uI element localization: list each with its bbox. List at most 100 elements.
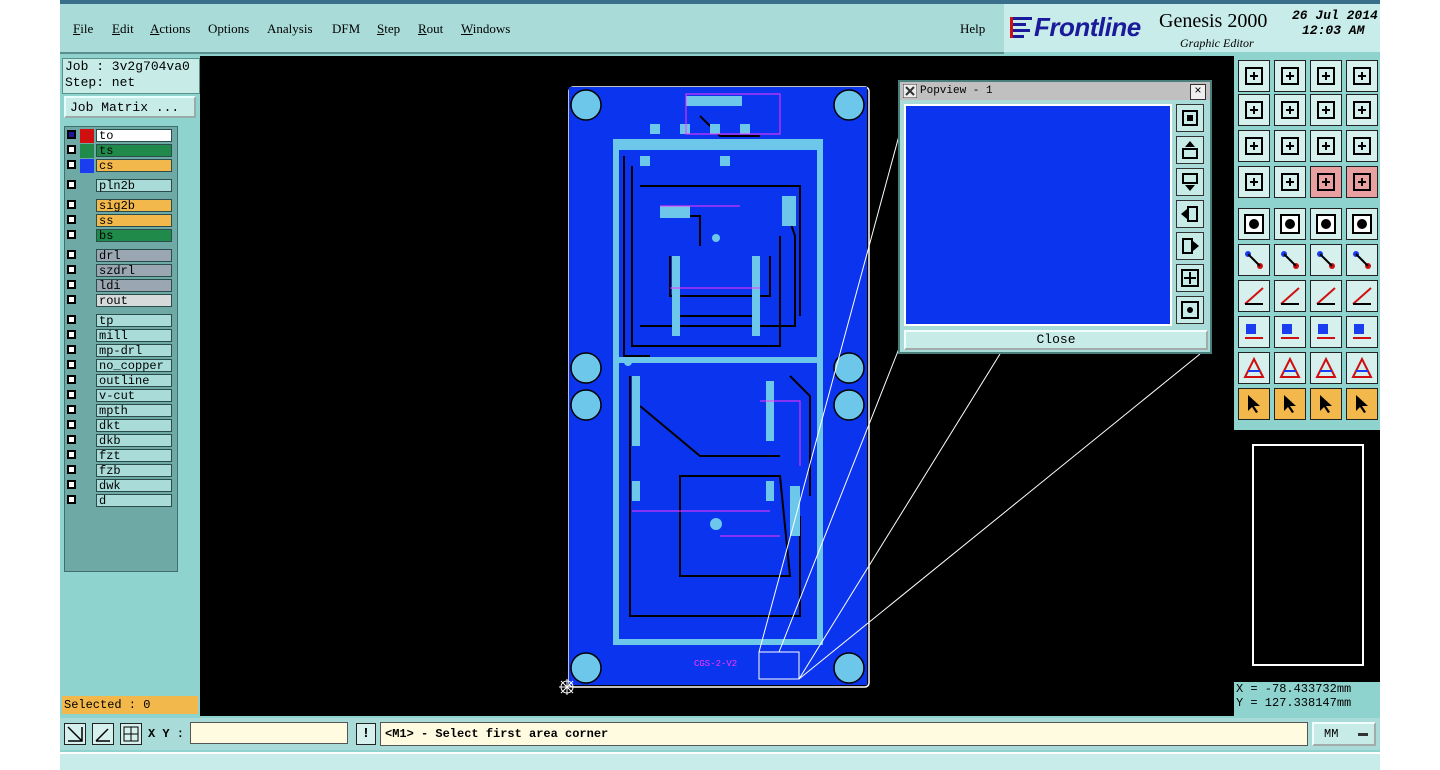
snap-icon[interactable] [1346, 94, 1378, 126]
zoom-in-icon[interactable] [1176, 264, 1204, 292]
layer-color-swatch[interactable] [80, 464, 94, 478]
layer-color-swatch[interactable] [80, 279, 94, 293]
layer-color-swatch[interactable] [80, 494, 94, 508]
layer-checkbox[interactable] [67, 390, 76, 399]
arch-bar-icon[interactable] [1346, 352, 1378, 384]
menu-help[interactable]: Help [960, 21, 985, 37]
layer-color-swatch[interactable] [80, 199, 94, 213]
draw-rect-icon[interactable] [1274, 208, 1306, 240]
layer-row-outline[interactable]: outline [65, 374, 177, 388]
layer-color-swatch[interactable] [80, 159, 94, 173]
layer-checkbox[interactable] [67, 215, 76, 224]
net-select-icon[interactable] [1310, 166, 1342, 198]
pattern-icon[interactable] [1346, 316, 1378, 348]
pick-icon[interactable] [1238, 208, 1270, 240]
mirror-icon[interactable] [1310, 94, 1342, 126]
layer-checkbox[interactable] [67, 435, 76, 444]
layer-row-v-cut[interactable]: v-cut [65, 389, 177, 403]
array-icon[interactable] [1310, 316, 1342, 348]
pad-icon[interactable] [1238, 316, 1270, 348]
layer-row-dkb[interactable]: dkb [65, 434, 177, 448]
layer-color-swatch[interactable] [80, 404, 94, 418]
layer-row-pln2b[interactable]: pln2b [65, 179, 177, 193]
layer-color-swatch[interactable] [80, 179, 94, 193]
arrow-multi-icon[interactable] [1346, 388, 1378, 420]
pan-up-icon[interactable] [1176, 136, 1204, 164]
layer-color-swatch[interactable] [80, 449, 94, 463]
window-menu-icon[interactable] [903, 84, 917, 98]
layer-row-rout[interactable]: rout [65, 294, 177, 308]
layer-row-drl[interactable]: drl [65, 249, 177, 263]
menu-rout[interactable]: Rout [418, 21, 443, 37]
job-matrix-button[interactable]: Job Matrix ... [64, 96, 196, 118]
menu-options[interactable]: Options [208, 21, 249, 37]
connect-icon[interactable] [1238, 244, 1270, 276]
layer-checkbox[interactable] [67, 295, 76, 304]
layer-color-swatch[interactable] [80, 479, 94, 493]
zoom-out-icon[interactable] [1176, 296, 1204, 324]
xy-input[interactable] [190, 722, 348, 744]
layer-row-tp[interactable]: tp [65, 314, 177, 328]
cross-icon[interactable] [1274, 244, 1306, 276]
layer-checkbox[interactable] [67, 315, 76, 324]
ruler-icon[interactable] [1310, 208, 1342, 240]
menu-file[interactable]: File [73, 21, 93, 37]
overview-map[interactable] [1252, 444, 1364, 666]
zoom-fit-icon[interactable] [1176, 104, 1204, 132]
arch-alt-icon[interactable] [1310, 352, 1342, 384]
layer-row-fzb[interactable]: fzb [65, 464, 177, 478]
popview-close-button[interactable]: Close [904, 330, 1208, 350]
layer-checkbox[interactable] [67, 180, 76, 189]
triangle-icon[interactable] [1238, 352, 1270, 384]
arch-icon[interactable] [1274, 352, 1306, 384]
layer-checkbox[interactable] [67, 405, 76, 414]
layer-checkbox[interactable] [67, 495, 76, 504]
measure-icon[interactable] [1238, 166, 1270, 198]
layer-row-ldi[interactable]: ldi [65, 279, 177, 293]
layer-row-ss[interactable]: ss [65, 214, 177, 228]
layer-row-cs[interactable]: cs [65, 159, 177, 173]
layer-up-icon[interactable] [1238, 60, 1270, 92]
layer-color-swatch[interactable] [80, 434, 94, 448]
layer-checkbox[interactable] [67, 145, 76, 154]
layer-row-d[interactable]: d [65, 494, 177, 508]
arrow-box-icon[interactable] [1274, 388, 1306, 420]
layer-checkbox[interactable] [67, 280, 76, 289]
layer-down-icon[interactable] [1274, 60, 1306, 92]
layer-row-dwk[interactable]: dwk [65, 479, 177, 493]
alert-button[interactable]: ! [356, 723, 376, 745]
layer-checkbox[interactable] [67, 250, 76, 259]
layer-row-mp-drl[interactable]: mp-drl [65, 344, 177, 358]
line-draw-alt-icon[interactable] [1346, 244, 1378, 276]
snap-angle-button[interactable] [92, 723, 114, 745]
layer-row-bs[interactable]: bs [65, 229, 177, 243]
layer-checkbox[interactable] [67, 420, 76, 429]
popview-titlebar[interactable]: Popview - 1 × [900, 82, 1210, 100]
layer-color-swatch[interactable] [80, 294, 94, 308]
layer-color-swatch[interactable] [80, 389, 94, 403]
units-selector[interactable]: MM [1312, 722, 1376, 746]
rotate-icon[interactable] [1310, 280, 1342, 312]
move-left-icon[interactable] [1238, 94, 1270, 126]
circle-icon[interactable] [1346, 208, 1378, 240]
menu-actions[interactable]: Actions [150, 21, 190, 37]
grid-view-icon[interactable] [1346, 60, 1378, 92]
layer-color-swatch[interactable] [80, 374, 94, 388]
layer-color-swatch[interactable] [80, 229, 94, 243]
layer-color-swatch[interactable] [80, 359, 94, 373]
zoom-extent-icon[interactable] [1238, 130, 1270, 162]
layer-color-swatch[interactable] [80, 214, 94, 228]
layer-row-fzt[interactable]: fzt [65, 449, 177, 463]
layer-color-swatch[interactable] [80, 264, 94, 278]
layer-color-swatch[interactable] [80, 129, 94, 143]
layer-color-swatch[interactable] [80, 329, 94, 343]
layer-checkbox[interactable] [67, 230, 76, 239]
layer-row-ts[interactable]: ts [65, 144, 177, 158]
diagonal-icon[interactable] [1274, 280, 1306, 312]
menu-edit[interactable]: Edit [112, 21, 134, 37]
snap-grid-button[interactable] [64, 723, 86, 745]
move-right-icon[interactable] [1274, 94, 1306, 126]
layer-row-szdrl[interactable]: szdrl [65, 264, 177, 278]
layer-row-sig2b[interactable]: sig2b [65, 199, 177, 213]
layer-row-to[interactable]: to [65, 129, 177, 143]
